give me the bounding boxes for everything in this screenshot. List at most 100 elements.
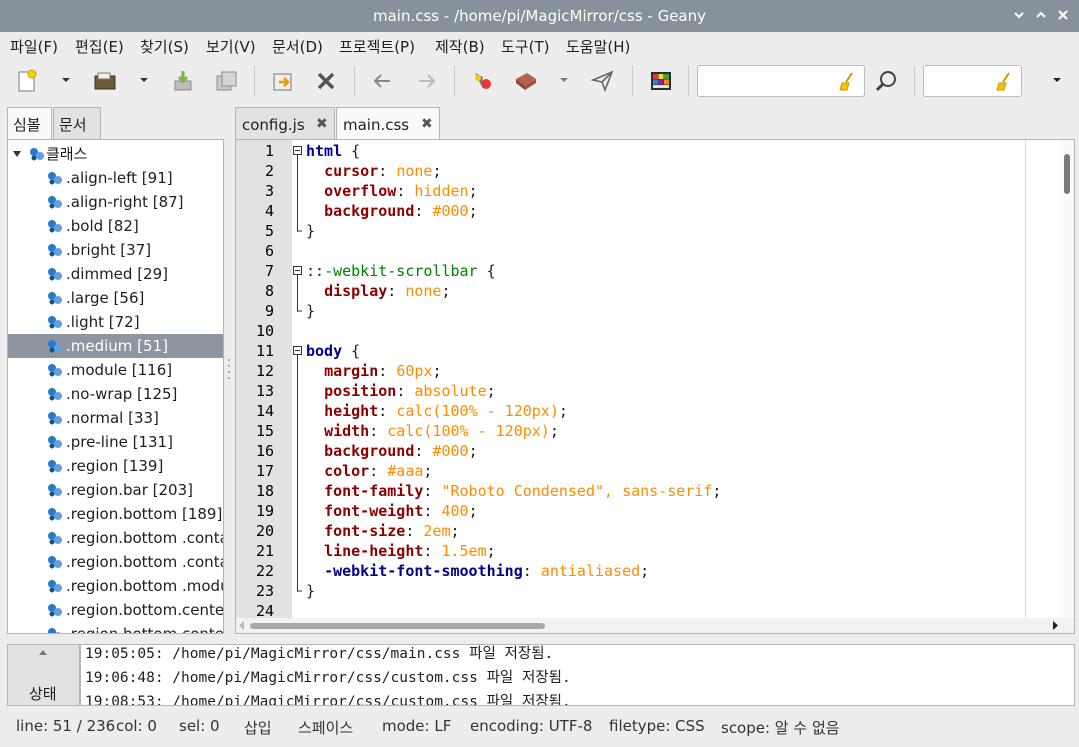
code-token: : xyxy=(387,282,406,300)
scroll-left-icon[interactable] xyxy=(238,621,246,630)
chevron-up-icon[interactable] xyxy=(38,649,48,656)
back-button[interactable] xyxy=(370,68,396,94)
close-file-button[interactable] xyxy=(313,68,339,94)
menu-help[interactable]: 도움말(H) xyxy=(566,36,630,57)
code-token: overflow xyxy=(324,182,397,200)
symbol-item[interactable]: .align-left [91] xyxy=(8,166,223,190)
new-file-dropdown[interactable] xyxy=(59,72,73,88)
class-icon xyxy=(48,196,62,209)
code-token: ; xyxy=(558,402,568,420)
new-file-button[interactable] xyxy=(14,68,40,94)
open-file-dropdown[interactable] xyxy=(137,72,151,88)
tab-config-js[interactable]: config.js ✖ xyxy=(235,107,335,140)
minimize-button[interactable] xyxy=(1010,6,1028,24)
symbol-item[interactable]: .region [139] xyxy=(8,454,223,478)
symbol-item[interactable]: .bright [37] xyxy=(8,238,223,262)
execute-button[interactable] xyxy=(590,68,616,94)
symbol-item[interactable]: .module [116] xyxy=(8,358,223,382)
line-number: 15 xyxy=(255,422,274,440)
maximize-button[interactable] xyxy=(1032,6,1050,24)
tab-status[interactable]: 상태 xyxy=(7,644,80,706)
build-dropdown[interactable] xyxy=(557,72,571,88)
code-token: 60px xyxy=(396,362,433,380)
menu-tools[interactable]: 도구(T) xyxy=(501,36,549,57)
status-log[interactable]: 19:05:05: /home/pi/MagicMirror/css/main.… xyxy=(80,644,1075,706)
clear-icon[interactable] xyxy=(995,71,1015,91)
line-number: 13 xyxy=(255,382,274,400)
scrollbar-thumb[interactable] xyxy=(250,623,545,629)
symbol-item[interactable]: .region.bottom .conta xyxy=(8,550,223,574)
code-token: ; xyxy=(432,162,442,180)
code-line: margin: 60px; xyxy=(306,361,1026,381)
code-token: position xyxy=(324,382,397,400)
color-chooser-button[interactable] xyxy=(648,68,674,94)
code-token: : xyxy=(522,562,541,580)
menu-document[interactable]: 문서(D) xyxy=(272,36,323,57)
symbol-item[interactable]: .region.bottom [189] xyxy=(8,502,223,526)
code-token: ; xyxy=(450,522,460,540)
code-token: ; xyxy=(468,442,478,460)
symbol-item[interactable]: .large [56] xyxy=(8,286,223,310)
open-file-button[interactable] xyxy=(92,68,118,94)
tab-main-css[interactable]: main.css ✖ xyxy=(336,107,440,140)
forward-button[interactable] xyxy=(413,68,439,94)
fold-toggle-icon[interactable] xyxy=(293,261,303,281)
symbol-item[interactable]: .light [72] xyxy=(8,310,223,334)
symbol-item[interactable]: .normal [33] xyxy=(8,406,223,430)
code-token: : xyxy=(369,422,388,440)
code-line: ::-webkit-scrollbar { xyxy=(306,261,1026,281)
scroll-right-icon[interactable] xyxy=(1051,621,1059,630)
line-number: 3 xyxy=(264,182,274,200)
clear-icon[interactable] xyxy=(838,71,858,91)
close-tab-icon[interactable]: ✖ xyxy=(316,116,328,132)
code-editor[interactable]: 1 2 3 4 5 6 7 8 9 10 11 12 13 14 15 16 17 18 19 20 21 22 23 24 … xyxy=(235,139,1075,634)
line-number: 21 xyxy=(255,542,274,560)
fold-toggle-icon[interactable] xyxy=(293,141,303,161)
symbol-item[interactable]: .region.bottom.cente xyxy=(8,598,223,622)
search-field[interactable] xyxy=(697,65,865,97)
close-icon xyxy=(1058,10,1068,20)
save-all-button[interactable] xyxy=(213,68,239,94)
symbol-item[interactable]: .region.bottom .conta xyxy=(8,526,223,550)
tree-root-classes[interactable]: 클래스 xyxy=(8,142,223,166)
code-token: { xyxy=(342,142,361,160)
pane-splitter-handle[interactable] xyxy=(227,356,231,384)
fold-toggle-icon[interactable] xyxy=(293,341,303,361)
symbol-item[interactable]: .align-right [87] xyxy=(8,190,223,214)
symbol-label: .no-wrap [125] xyxy=(66,385,178,403)
close-window-button[interactable] xyxy=(1054,6,1072,24)
toolbar-overflow-dropdown[interactable] xyxy=(1050,72,1064,88)
tab-documents[interactable]: 문서 xyxy=(53,107,101,139)
save-button[interactable] xyxy=(170,68,196,94)
menu-edit[interactable]: 편집(E) xyxy=(75,36,124,57)
close-tab-icon[interactable]: ✖ xyxy=(421,116,433,132)
vertical-scrollbar[interactable] xyxy=(1060,140,1074,618)
symbol-item[interactable]: .region.bottom.conte xyxy=(8,622,223,633)
menu-search[interactable]: 찾기(S) xyxy=(140,36,189,57)
scrollbar-thumb[interactable] xyxy=(1064,154,1070,194)
symbol-item[interactable]: .region.bar [203] xyxy=(8,478,223,502)
menu-build[interactable]: 제작(B) xyxy=(435,36,485,57)
menu-project[interactable]: 프로젝트(P) xyxy=(339,36,415,57)
symbol-item[interactable]: .no-wrap [125] xyxy=(8,382,223,406)
class-icon xyxy=(48,388,62,401)
menu-file[interactable]: 파일(F) xyxy=(10,36,58,57)
expander-icon[interactable] xyxy=(12,150,22,158)
compile-button[interactable] xyxy=(470,68,496,94)
symbol-item[interactable]: .dimmed [29] xyxy=(8,262,223,286)
symbol-item[interactable]: .medium [51] xyxy=(8,334,223,358)
execute-icon xyxy=(590,70,614,93)
symbol-item[interactable]: .region.bottom .modu xyxy=(8,574,223,598)
goto-line-field[interactable] xyxy=(923,65,1022,97)
symbol-item[interactable]: .bold [82] xyxy=(8,214,223,238)
search-button[interactable] xyxy=(874,68,900,94)
symbol-item[interactable]: .pre-line [131] xyxy=(8,430,223,454)
symbol-tree[interactable]: 클래스 .align-left [91] .align-right [87] .bo… xyxy=(7,139,224,634)
build-button[interactable] xyxy=(513,68,539,94)
revert-button[interactable] xyxy=(270,68,296,94)
code-line: font-weight: 400; xyxy=(306,501,1026,521)
menu-view[interactable]: 보기(V) xyxy=(206,36,256,57)
tab-symbols[interactable]: 심볼 xyxy=(7,107,52,139)
